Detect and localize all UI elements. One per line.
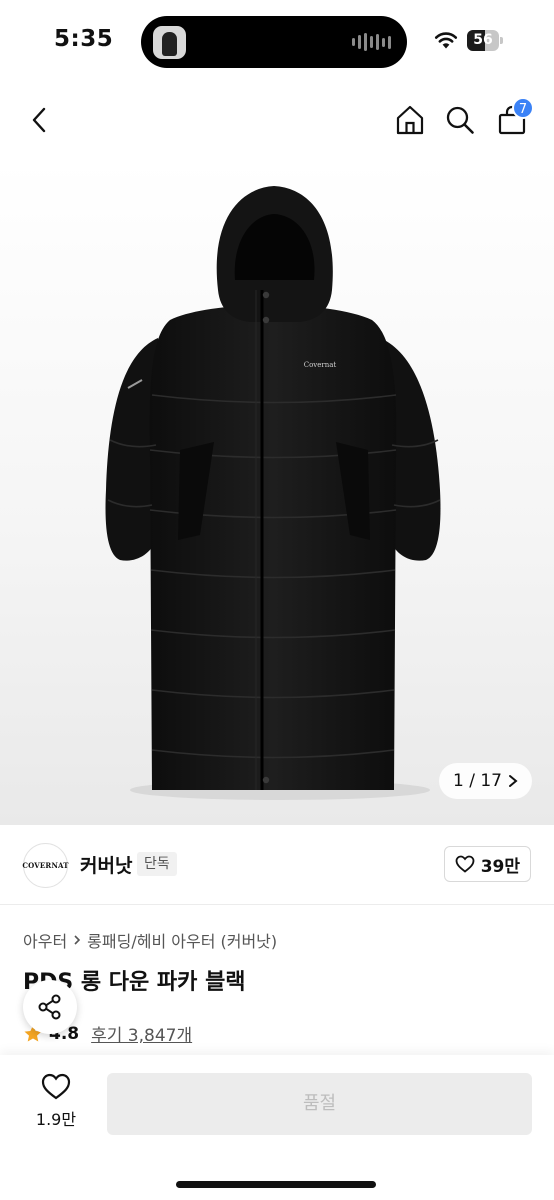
share-button[interactable] bbox=[23, 980, 77, 1034]
home-icon bbox=[396, 105, 424, 135]
exclusive-badge: 단독 bbox=[137, 852, 177, 876]
wifi-icon bbox=[434, 32, 458, 49]
home-button[interactable] bbox=[390, 100, 430, 140]
image-counter-text: 1 / 17 bbox=[453, 771, 502, 791]
back-icon bbox=[32, 107, 46, 133]
share-icon bbox=[38, 994, 61, 1020]
search-icon bbox=[446, 106, 474, 134]
wishlist-count: 1.9만 bbox=[35, 1110, 77, 1129]
breadcrumb-category[interactable]: 아우터 bbox=[23, 928, 67, 952]
status-time: 5:35 bbox=[54, 26, 114, 52]
brand-name[interactable]: 커버낫 bbox=[80, 851, 132, 878]
battery-level: 56 bbox=[473, 32, 493, 48]
breadcrumb-subcategory[interactable]: 롱패딩/헤비 아우터 (커버낫) bbox=[87, 928, 277, 952]
status-bar: 5:35 56 bbox=[0, 0, 554, 80]
chevron-right-icon bbox=[509, 775, 518, 787]
home-indicator[interactable] bbox=[176, 1181, 376, 1188]
brand-logo[interactable]: COVERNAT bbox=[22, 843, 69, 888]
back-button[interactable] bbox=[20, 100, 60, 140]
coat-logo-text: Covernat bbox=[304, 361, 337, 369]
parka-product-image: Covernat bbox=[105, 186, 441, 800]
top-navigation: 7 bbox=[0, 80, 554, 160]
heart-icon bbox=[41, 1073, 71, 1100]
cart-button[interactable]: 7 bbox=[492, 97, 534, 140]
heart-icon bbox=[455, 855, 475, 873]
dynamic-island[interactable] bbox=[141, 16, 407, 68]
wishlist-button[interactable]: 1.9만 bbox=[22, 1073, 90, 1137]
review-count-link[interactable]: 후기 3,847개 bbox=[91, 1021, 192, 1046]
image-counter[interactable]: 1 / 17 bbox=[439, 763, 532, 799]
breadcrumb: 아우터 롱패딩/헤비 아우터 (커버낫) bbox=[23, 928, 277, 952]
product-image-gallery[interactable]: Covernat 1 / 17 bbox=[0, 160, 554, 825]
audio-waveform-icon bbox=[352, 33, 391, 51]
search-button[interactable] bbox=[440, 100, 480, 140]
chevron-right-icon bbox=[74, 935, 81, 945]
sold-out-button[interactable]: 품절 bbox=[107, 1073, 532, 1135]
battery-indicator: 56 bbox=[467, 30, 503, 51]
bottom-action-bar: 1.9만 품절 bbox=[0, 1055, 554, 1200]
brand-like-button[interactable]: 39만 bbox=[443, 846, 531, 882]
cart-count-badge: 7 bbox=[512, 97, 534, 119]
brand-row: COVERNAT 커버낫 단독 39만 bbox=[0, 825, 554, 905]
brand-like-count: 39만 bbox=[480, 856, 520, 877]
now-playing-thumbnail bbox=[153, 26, 186, 59]
